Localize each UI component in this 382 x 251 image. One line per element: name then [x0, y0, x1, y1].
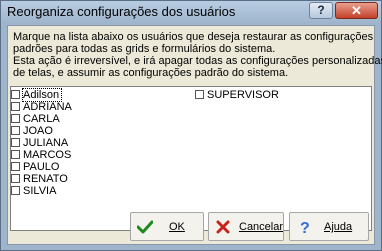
user-checkbox[interactable] — [11, 186, 20, 195]
user-item-marcos[interactable]: MARCOS — [11, 149, 193, 161]
close-button[interactable]: ✕ — [335, 2, 378, 19]
user-checkbox[interactable] — [11, 114, 20, 123]
dialog-window: Reorganiza configurações dos usuários ? … — [0, 0, 382, 251]
user-checkbox[interactable] — [11, 138, 20, 147]
users-column-2: SUPERVISOR — [195, 89, 365, 101]
user-label: JOAO — [23, 125, 53, 137]
title-bar[interactable]: Reorganiza configurações dos usuários ? … — [1, 1, 381, 24]
user-checkbox[interactable] — [11, 90, 20, 99]
user-item-renato[interactable]: RENATO — [11, 173, 193, 185]
user-item-paulo[interactable]: PAULO — [11, 161, 193, 173]
user-checkbox[interactable] — [11, 174, 20, 183]
user-item-carla[interactable]: CARLA — [11, 113, 193, 125]
help-button[interactable]: ? Ajuda — [289, 212, 369, 241]
user-checkbox[interactable] — [11, 150, 20, 159]
ok-button[interactable]: OK — [130, 212, 204, 241]
user-item-adriana[interactable]: ADRIANA — [11, 101, 193, 113]
user-label: MARCOS — [23, 149, 72, 161]
checkmark-icon — [137, 220, 153, 234]
dialog-client: Marque na lista abaixo os usuários que d… — [7, 25, 382, 245]
title-help-button[interactable]: ? — [309, 2, 333, 19]
user-item-supervisor[interactable]: SUPERVISOR — [195, 89, 365, 101]
info-panel: Marque na lista abaixo os usuários que d… — [10, 28, 382, 83]
button-bar: OK Cancelar ? Ajuda — [10, 212, 372, 244]
user-label: SUPERVISOR — [207, 89, 279, 101]
info-line: Esta ação é irreversível, e irá apagar t… — [13, 55, 382, 67]
user-item-juliana[interactable]: JULIANA — [11, 137, 193, 149]
svg-text:?: ? — [300, 220, 310, 235]
user-checkbox[interactable] — [195, 90, 204, 99]
ok-label: OK — [169, 221, 185, 233]
user-item-silvia[interactable]: SILVIA — [11, 185, 193, 197]
user-label: ADRIANA — [23, 101, 72, 113]
user-label: RENATO — [23, 173, 68, 185]
user-label: PAULO — [23, 161, 60, 173]
user-item-adilson[interactable]: Adilson — [11, 88, 191, 102]
user-label: JULIANA — [23, 137, 69, 149]
users-checklist[interactable]: Adilson ADRIANA CARLA JOAO JULIANA MARCO… — [10, 86, 372, 231]
question-icon: ? — [300, 220, 310, 235]
user-label: CARLA — [23, 113, 60, 125]
users-column-1: Adilson ADRIANA CARLA JOAO JULIANA MARCO… — [11, 88, 193, 197]
info-line: de telas, e assumir as configurações pad… — [13, 67, 289, 79]
user-label: Adilson — [21, 88, 63, 102]
user-checkbox[interactable] — [11, 102, 20, 111]
user-label: SILVIA — [23, 185, 57, 197]
user-checkbox[interactable] — [11, 126, 20, 135]
window-title: Reorganiza configurações dos usuários — [7, 4, 236, 19]
user-item-joao[interactable]: JOAO — [11, 125, 193, 137]
help-label: Ajuda — [324, 221, 353, 233]
x-icon — [216, 220, 230, 234]
user-checkbox[interactable] — [11, 162, 20, 171]
info-line: Marque na lista abaixo os usuários que d… — [13, 31, 374, 43]
cancel-label: Cancelar — [239, 221, 284, 233]
info-line: padrões para todas as grids e formulário… — [13, 43, 276, 55]
cancel-button[interactable]: Cancelar — [208, 212, 284, 241]
